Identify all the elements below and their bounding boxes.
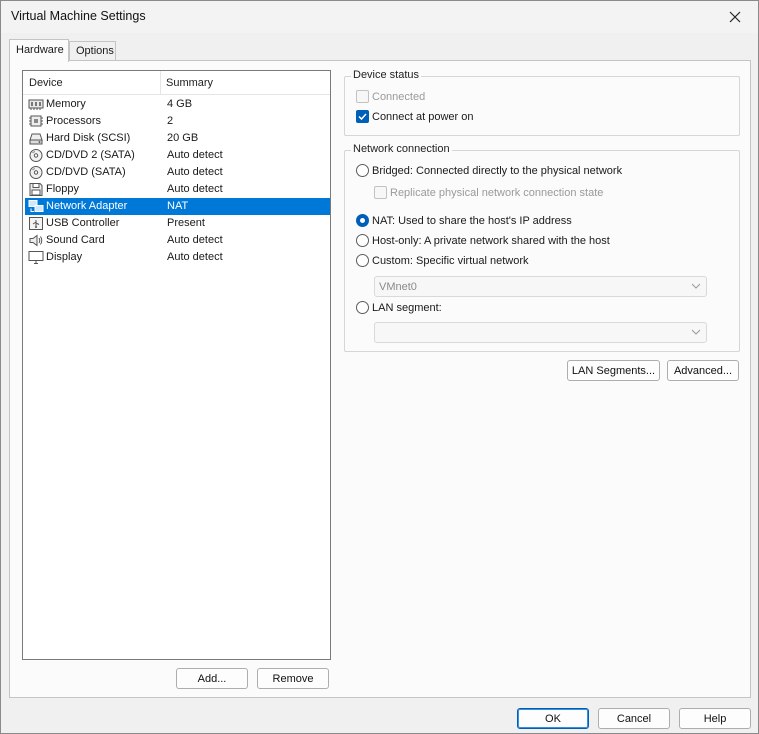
cd-dvd-icon xyxy=(29,149,43,162)
device-name: CD/DVD (SATA) xyxy=(46,166,126,178)
device-row-hard-disk[interactable]: Hard Disk (SCSI) 20 GB xyxy=(25,130,330,147)
title-bar: Virtual Machine Settings xyxy=(1,1,758,33)
host-only-label: Host-only: A private network shared with… xyxy=(372,234,610,247)
connected-checkbox[interactable]: Connected xyxy=(356,90,425,103)
tab-hardware-label: Hardware xyxy=(16,44,64,56)
ok-button[interactable]: OK xyxy=(517,708,589,729)
cd-dvd-icon xyxy=(29,166,43,179)
add-button[interactable]: Add... xyxy=(176,668,248,689)
checkbox-box xyxy=(374,186,387,199)
connect-at-power-on-label: Connect at power on xyxy=(372,110,474,123)
device-row-memory[interactable]: Memory 4 GB xyxy=(25,96,330,113)
device-row-cd-dvd[interactable]: CD/DVD (SATA) Auto detect xyxy=(25,164,330,181)
lan-segment-select[interactable] xyxy=(374,322,707,343)
processor-icon xyxy=(29,115,43,127)
replicate-state-checkbox[interactable]: Replicate physical network connection st… xyxy=(374,186,603,199)
column-header-summary[interactable]: Summary xyxy=(166,77,213,89)
cancel-button[interactable]: Cancel xyxy=(598,708,670,729)
tab-hardware[interactable]: Hardware xyxy=(9,39,69,62)
device-summary: Present xyxy=(167,217,205,229)
speaker-icon xyxy=(29,234,43,247)
device-summary: Auto detect xyxy=(167,149,223,161)
close-icon xyxy=(729,11,741,23)
lan-segment-radio[interactable]: LAN segment: xyxy=(356,301,442,314)
advanced-button[interactable]: Advanced... xyxy=(667,360,739,381)
device-name: Network Adapter xyxy=(46,200,128,212)
device-status-group: Device status Connected Connect at power… xyxy=(344,69,740,136)
vmnet-select[interactable]: VMnet0 xyxy=(374,276,707,297)
device-row-sound-card[interactable]: Sound Card Auto detect xyxy=(25,232,330,249)
radio-circle xyxy=(356,301,369,314)
nat-radio[interactable]: NAT: Used to share the host's IP address xyxy=(356,214,572,227)
virtual-machine-settings-window: Virtual Machine Settings Hardware Option… xyxy=(0,0,759,734)
lan-segment-label: LAN segment: xyxy=(372,301,442,314)
device-list: Device Summary Memory 4 GB Processors 2 … xyxy=(22,70,331,660)
window-title: Virtual Machine Settings xyxy=(11,9,146,23)
device-name: Floppy xyxy=(46,183,80,195)
connected-label: Connected xyxy=(372,90,426,103)
device-summary: Auto detect xyxy=(167,251,223,263)
bridged-label: Bridged: Connected directly to the physi… xyxy=(372,164,623,177)
nat-label: NAT: Used to share the host's IP address xyxy=(372,214,572,227)
device-name: USB Controller xyxy=(46,217,120,229)
network-connection-title: Network connection xyxy=(351,143,452,155)
device-summary: Auto detect xyxy=(167,183,223,195)
radio-circle xyxy=(356,254,369,267)
remove-button[interactable]: Remove xyxy=(257,668,329,689)
monitor-icon xyxy=(28,251,44,264)
custom-radio[interactable]: Custom: Specific virtual network xyxy=(356,254,529,267)
host-only-radio[interactable]: Host-only: A private network shared with… xyxy=(356,234,610,247)
device-row-processors[interactable]: Processors 2 xyxy=(25,113,330,130)
device-row-cd-dvd-2[interactable]: CD/DVD 2 (SATA) Auto detect xyxy=(25,147,330,164)
close-button[interactable] xyxy=(712,1,758,33)
hardware-panel: Device Summary Memory 4 GB Processors 2 … xyxy=(9,60,751,698)
network-adapter-icon xyxy=(28,200,44,212)
device-row-usb-controller[interactable]: USB Controller Present xyxy=(25,215,330,232)
column-header-device[interactable]: Device xyxy=(29,77,63,89)
column-separator[interactable] xyxy=(160,71,161,95)
connect-at-power-on-checkbox[interactable]: Connect at power on xyxy=(356,110,474,123)
tab-options-label: Options xyxy=(76,45,114,57)
device-summary: 2 xyxy=(167,115,174,127)
device-name: Display xyxy=(46,251,83,263)
checkbox-box xyxy=(356,90,369,103)
radio-circle xyxy=(356,234,369,247)
memory-icon xyxy=(28,99,44,110)
usb-icon xyxy=(29,217,43,230)
chevron-down-icon xyxy=(691,329,701,335)
device-summary: NAT xyxy=(167,200,189,212)
list-header: Device Summary xyxy=(23,71,330,95)
device-row-display[interactable]: Display Auto detect xyxy=(25,249,330,266)
floppy-icon xyxy=(29,183,43,196)
network-connection-group: Network connection Bridged: Connected di… xyxy=(344,143,740,352)
checkmark-icon xyxy=(358,113,367,121)
device-summary: 4 GB xyxy=(167,98,193,110)
device-row-floppy[interactable]: Floppy Auto detect xyxy=(25,181,330,198)
bridged-radio[interactable]: Bridged: Connected directly to the physi… xyxy=(356,164,622,177)
hard-disk-icon xyxy=(29,133,43,145)
replicate-state-label: Replicate physical network connection st… xyxy=(390,186,604,199)
device-name: Memory xyxy=(46,98,86,110)
tab-options[interactable]: Options xyxy=(69,41,116,61)
vmnet-value: VMnet0 xyxy=(379,281,417,293)
device-name: Hard Disk (SCSI) xyxy=(46,132,131,144)
device-summary: Auto detect xyxy=(167,166,223,178)
radio-circle xyxy=(356,164,369,177)
radio-circle xyxy=(356,214,369,227)
device-name: Sound Card xyxy=(46,234,105,246)
device-row-network-adapter[interactable]: Network Adapter NAT xyxy=(25,198,330,215)
device-name: Processors xyxy=(46,115,102,127)
lan-segments-button[interactable]: LAN Segments... xyxy=(567,360,660,381)
chevron-down-icon xyxy=(691,283,701,289)
device-name: CD/DVD 2 (SATA) xyxy=(46,149,135,161)
checkbox-box xyxy=(356,110,369,123)
custom-label: Custom: Specific virtual network xyxy=(372,254,529,267)
help-button[interactable]: Help xyxy=(679,708,751,729)
device-status-title: Device status xyxy=(351,69,422,81)
device-summary: 20 GB xyxy=(167,132,199,144)
device-summary: Auto detect xyxy=(167,234,223,246)
